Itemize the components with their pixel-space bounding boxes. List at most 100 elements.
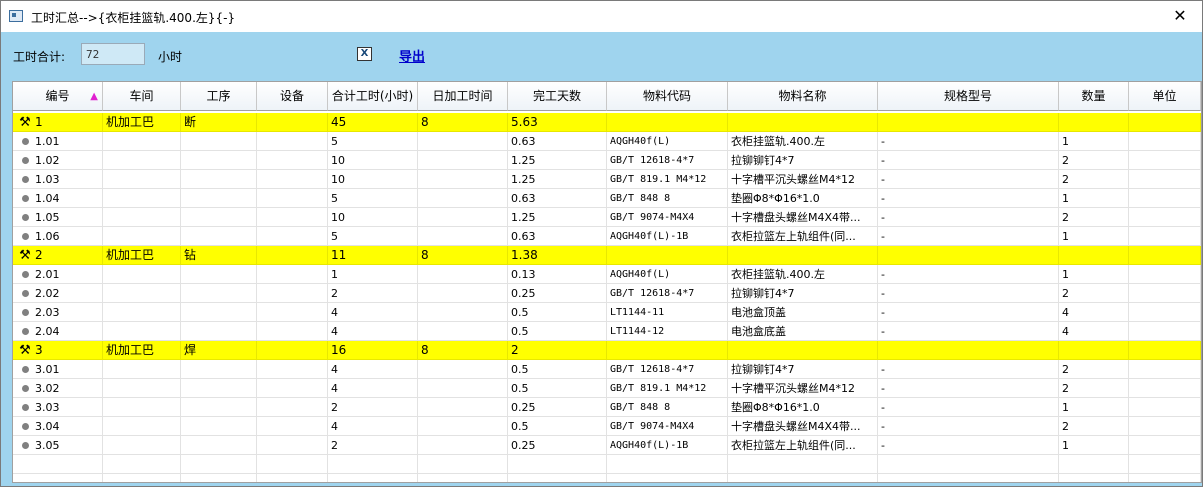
cell-workshop	[103, 360, 181, 379]
cell-name: 衣柜拉篮左上轨组件(同...	[728, 436, 878, 455]
cell-process	[181, 436, 257, 455]
column-header-label: 合计工时(小时)	[331, 89, 414, 103]
cell-daily	[418, 436, 508, 455]
table-row[interactable]: 3.05 2 0.25 AQGH40f(L)-1B 衣柜拉篮左上轨组件(同... -1	[13, 436, 1201, 455]
cell-unit	[1129, 436, 1201, 455]
column-header-name[interactable]: 物料名称	[728, 82, 878, 111]
cell-unit	[1129, 379, 1201, 398]
total-hours-label: 工时合计:	[13, 50, 66, 64]
column-header-unit[interactable]: 单位	[1129, 82, 1201, 111]
cell-workshop	[103, 265, 181, 284]
cell-code: GB/T 848 8	[607, 398, 728, 417]
table-row[interactable]: 3.01 4 0.5 GB/T 12618-4*7 拉铆铆钉4*7-2	[13, 360, 1201, 379]
total-hours-field[interactable]	[81, 43, 145, 65]
cell-name: 拉铆铆钉4*7	[728, 360, 878, 379]
table-row[interactable]: 2.04 4 0.5 LT1144-12 电池盒底盖 -4	[13, 322, 1201, 341]
cell-hours: 2	[328, 284, 418, 303]
empty-cell	[728, 474, 878, 482]
column-header-code[interactable]: 物料代码	[607, 82, 728, 111]
cell-name: 衣柜挂篮轨.400.左	[728, 132, 878, 151]
cell-equip	[257, 436, 328, 455]
cell-hours: 10	[328, 208, 418, 227]
cell-days: 1.38	[508, 246, 607, 265]
excel-icon[interactable]: X	[357, 47, 372, 61]
table-row[interactable]: 1.03 10 1.25 GB/T 819.1 M4*12 十字槽平沉头螺丝M4*12-…	[13, 170, 1201, 189]
cell-equip	[257, 417, 328, 436]
empty-cell	[508, 474, 607, 482]
table-row[interactable]: 2.01 1 0.13 AQGH40f(L) 衣柜挂篮轨.400.左 -1	[13, 265, 1201, 284]
table-row[interactable]: 1.02 10 1.25 GB/T 12618-4*7 拉铆铆钉4*7-2	[13, 151, 1201, 170]
column-header-process[interactable]: 工序	[181, 82, 257, 111]
cell-spec: -	[878, 360, 1059, 379]
bullet-icon	[17, 322, 33, 341]
group-row[interactable]: 3 机加工巴焊 16 8 2 ⚒	[13, 341, 1201, 360]
bullet-icon	[17, 170, 33, 189]
close-button[interactable]: ✕	[1165, 4, 1195, 28]
cell-equip	[257, 227, 328, 246]
cell-equip	[257, 246, 328, 265]
cell-equip	[257, 265, 328, 284]
cell-unit	[1129, 284, 1201, 303]
cell-name: 电池盒顶盖	[728, 303, 878, 322]
cell-process: 钻	[181, 246, 257, 265]
column-header-equip[interactable]: 设备	[257, 82, 328, 111]
cell-spec: -	[878, 303, 1059, 322]
cell-equip	[257, 360, 328, 379]
table-row[interactable]: 2.02 2 0.25 GB/T 12618-4*7 拉铆铆钉4*7-2	[13, 284, 1201, 303]
empty-cell	[13, 474, 103, 482]
cell-code: LT1144-12	[607, 322, 728, 341]
cell-hours: 45	[328, 113, 418, 132]
cell-spec	[878, 113, 1059, 132]
table-row[interactable]: 1.05 10 1.25 GB/T 9074-M4X4 十字槽盘头螺丝M4X4带... -…	[13, 208, 1201, 227]
table-row[interactable]: 1.04 5 0.63 GB/T 848 8 垫圈Φ8*Φ16*1.0-1	[13, 189, 1201, 208]
cell-equip	[257, 398, 328, 417]
bullet-icon	[17, 436, 33, 455]
cell-equip	[257, 303, 328, 322]
cell-process	[181, 303, 257, 322]
cell-unit	[1129, 151, 1201, 170]
table-row[interactable]: 3.02 4 0.5 GB/T 819.1 M4*12 十字槽平沉头螺丝M4*12-2	[13, 379, 1201, 398]
cell-equip	[257, 132, 328, 151]
cell-unit	[1129, 265, 1201, 284]
cell-hours: 16	[328, 341, 418, 360]
empty-cell	[418, 474, 508, 482]
cell-code: AQGH40f(L)-1B	[607, 227, 728, 246]
column-header-daily[interactable]: 日加工时间	[418, 82, 508, 111]
column-header-spec[interactable]: 规格型号	[878, 82, 1059, 111]
cell-daily	[418, 303, 508, 322]
group-row[interactable]: 1 机加工巴断 45 8 5.63 ⚒	[13, 113, 1201, 132]
cell-qty: 2	[1059, 151, 1129, 170]
column-header-hours[interactable]: 合计工时(小时)	[328, 82, 418, 111]
cell-unit	[1129, 360, 1201, 379]
cell-days: 1.25	[508, 170, 607, 189]
column-header-label: 完工天数	[532, 89, 581, 103]
cell-process	[181, 417, 257, 436]
column-header-qty[interactable]: 数量	[1059, 82, 1129, 111]
cell-spec: -	[878, 132, 1059, 151]
cell-workshop: 机加工巴	[103, 113, 181, 132]
group-row[interactable]: 2 机加工巴钻 11 8 1.38 ⚒	[13, 246, 1201, 265]
bullet-icon	[17, 227, 33, 246]
empty-cell	[328, 455, 418, 474]
cell-equip	[257, 322, 328, 341]
cell-days: 0.5	[508, 322, 607, 341]
cell-spec: -	[878, 227, 1059, 246]
column-header-days[interactable]: 完工天数	[508, 82, 607, 111]
table-header: 编号 ▲ 车间 工序 设备 合计工时(小时) 日加工时间 完工天数 物料代码 物料名称 规格型号 数量…	[13, 82, 1201, 112]
column-header-no[interactable]: 编号 ▲	[13, 82, 103, 111]
cell-equip	[257, 341, 328, 360]
cell-workshop	[103, 398, 181, 417]
cell-workshop: 机加工巴	[103, 341, 181, 360]
table-row[interactable]: 1.01 5 0.63 AQGH40f(L) 衣柜挂篮轨.400.左 -1	[13, 132, 1201, 151]
cell-workshop	[103, 132, 181, 151]
column-header-label: 工序	[206, 89, 231, 103]
table-row[interactable]: 2.03 4 0.5 LT1144-11 电池盒顶盖 -4	[13, 303, 1201, 322]
column-header-workshop[interactable]: 车间	[103, 82, 181, 111]
cell-process	[181, 398, 257, 417]
export-link[interactable]: 导出	[399, 46, 425, 65]
cell-name	[728, 341, 878, 360]
cell-workshop	[103, 170, 181, 189]
table-row[interactable]: 1.06 5 0.63 AQGH40f(L)-1B 衣柜拉篮左上轨组件(同... -1	[13, 227, 1201, 246]
table-row[interactable]: 3.04 4 0.5 GB/T 9074-M4X4 十字槽盘头螺丝M4X4带... -2	[13, 417, 1201, 436]
table-row[interactable]: 3.03 2 0.25 GB/T 848 8 垫圈Φ8*Φ16*1.0-1	[13, 398, 1201, 417]
